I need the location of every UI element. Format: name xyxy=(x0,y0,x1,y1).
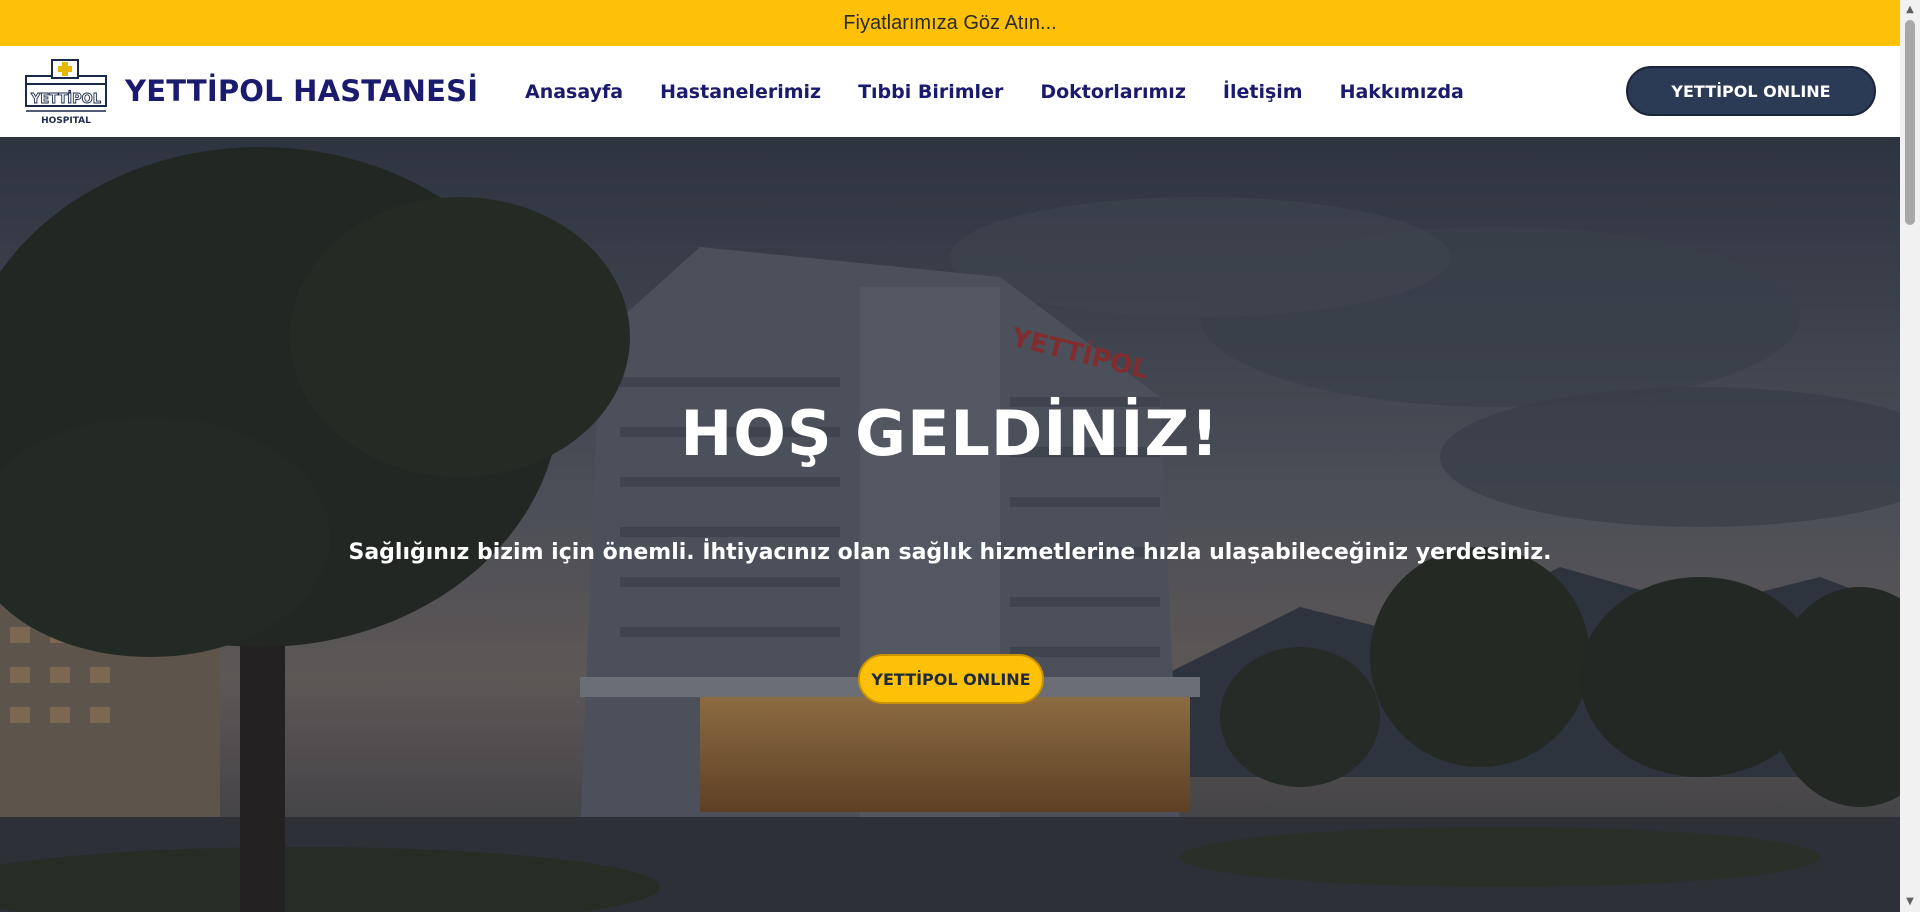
announcement-bar[interactable]: Fiyatlarımıza Göz Atın... xyxy=(0,0,1900,46)
chevron-up-icon[interactable]: ▲ xyxy=(1904,4,1916,16)
hero-online-button[interactable]: YETTİPOL ONLINE xyxy=(858,654,1044,704)
brand-name[interactable]: YETTİPOL HASTANESİ xyxy=(125,74,478,108)
nav-doktorlarimiz[interactable]: Doktorlarımız xyxy=(1040,81,1186,103)
hospital-logo[interactable]: YETTİPOL HOSPITAL xyxy=(24,56,108,126)
scrollbar-thumb[interactable] xyxy=(1905,20,1915,225)
hero-overlay xyxy=(0,137,1900,912)
logo-subtext: HOSPITAL xyxy=(41,116,91,126)
hero-subtitle: Sağlığınız bizim için önemli. İhtiyacını… xyxy=(348,540,1552,565)
nav-hastanelerimiz[interactable]: Hastanelerimiz xyxy=(660,81,821,103)
online-button[interactable]: YETTİPOL ONLINE xyxy=(1626,66,1876,116)
nav-tibbi-birimler[interactable]: Tıbbi Birimler xyxy=(858,81,1003,103)
nav-hakkimizda[interactable]: Hakkımızda xyxy=(1340,81,1464,103)
logo-text: YETTİPOL xyxy=(30,91,101,107)
hero-section: YETTİPOL HOŞ GELDİNİZ! Sağlığınız bizim … xyxy=(0,137,1900,912)
nav-anasayfa[interactable]: Anasayfa xyxy=(525,81,623,103)
main-nav: Anasayfa Hastanelerimiz Tıbbi Birimler D… xyxy=(525,46,1501,137)
hero-title: HOŞ GELDİNİZ! xyxy=(680,397,1220,470)
announcement-text[interactable]: Fiyatlarımıza Göz Atın... xyxy=(843,12,1056,35)
chevron-down-icon[interactable]: ▼ xyxy=(1904,896,1916,908)
site-header: YETTİPOL HOSPITAL YETTİPOL HASTANESİ Ana… xyxy=(0,46,1900,137)
nav-iletisim[interactable]: İletişim xyxy=(1223,81,1303,103)
page-scrollbar[interactable]: ▲ ▼ xyxy=(1900,0,1920,912)
